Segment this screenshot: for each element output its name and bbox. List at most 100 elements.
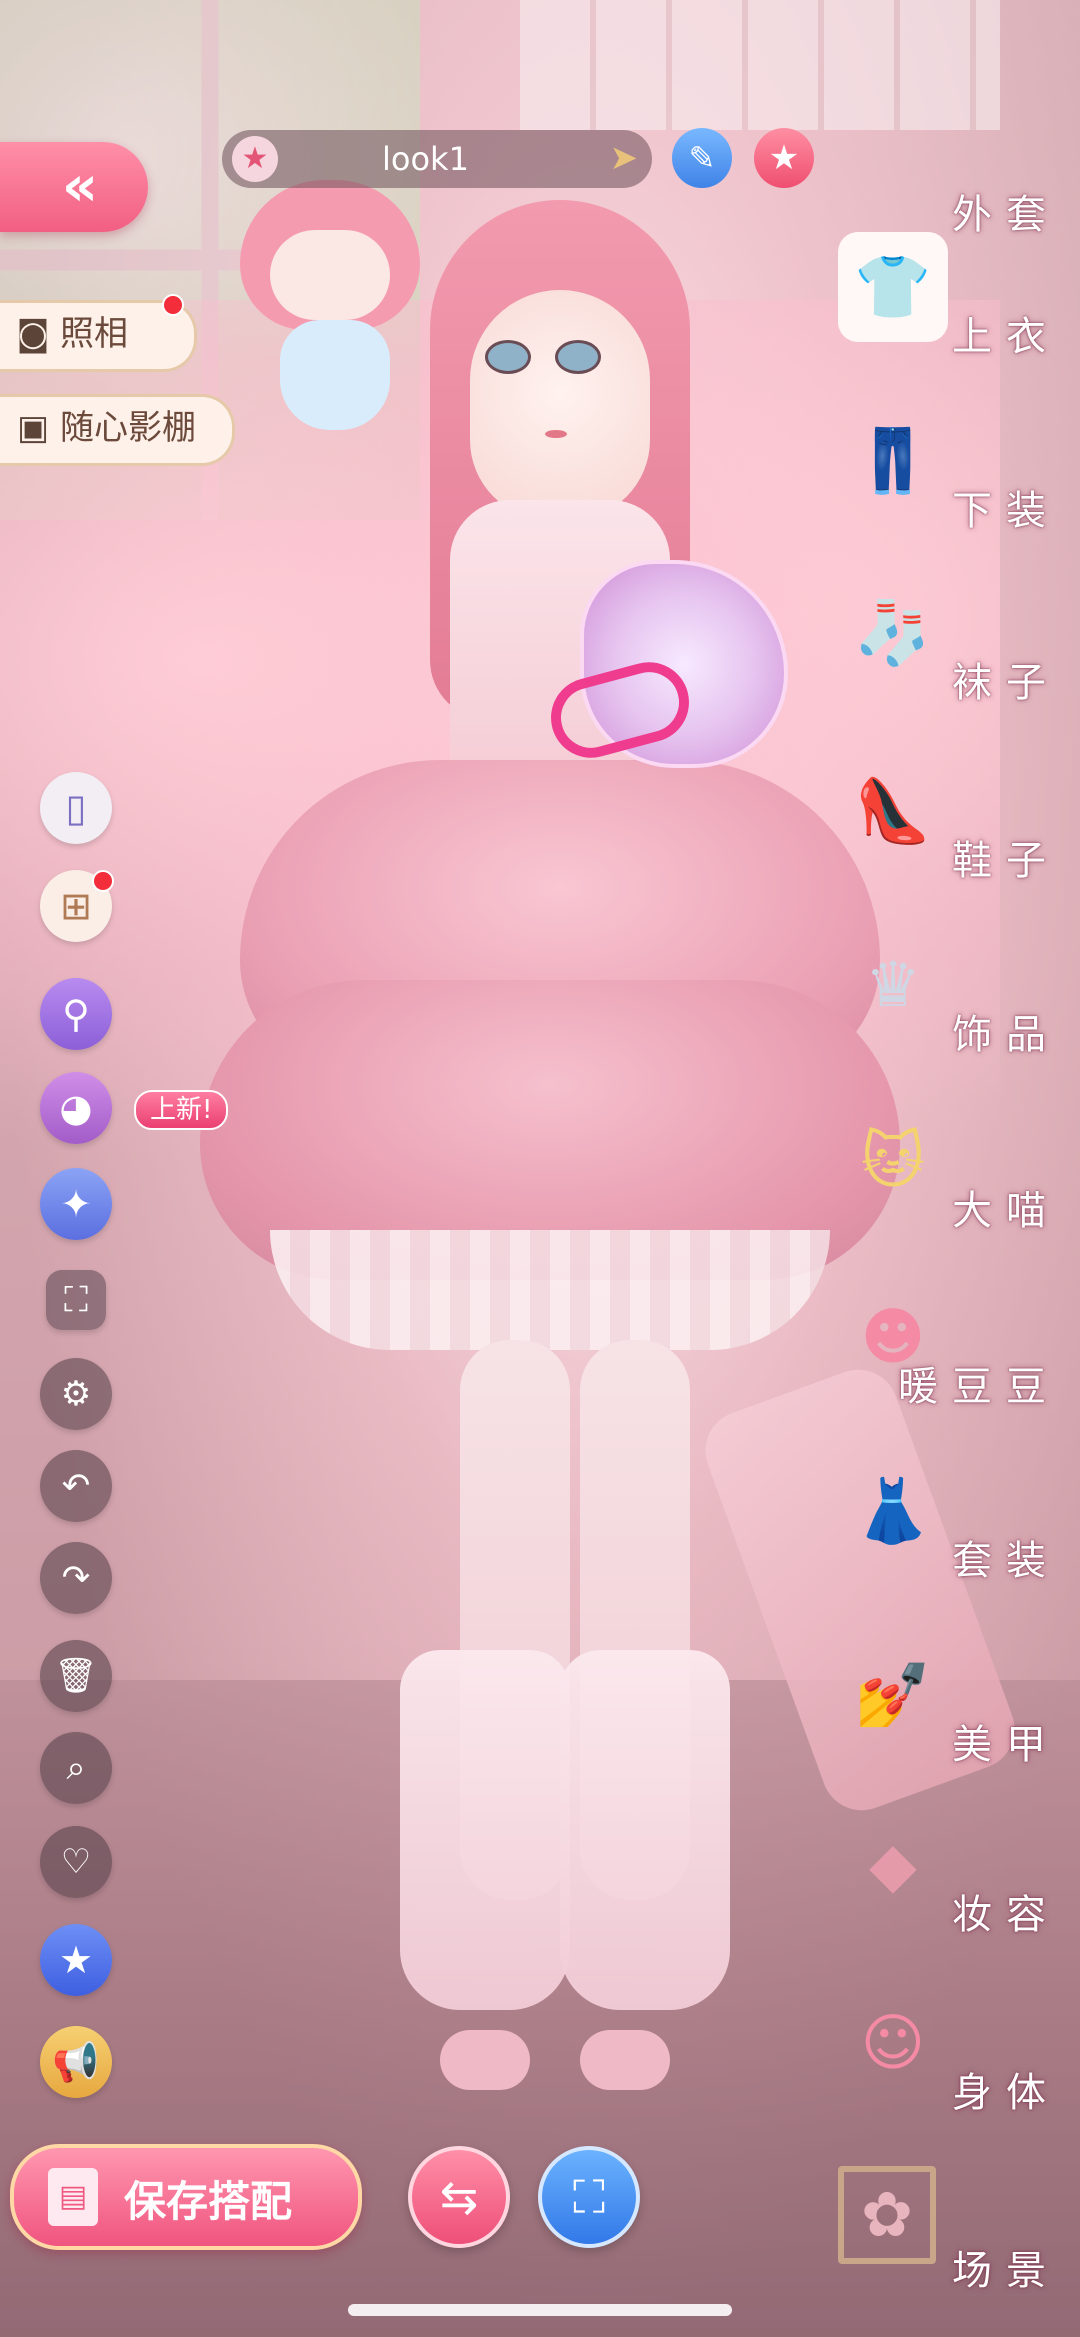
- undo-icon: ↶: [61, 1466, 91, 1506]
- magnifier-person-icon: ⚲: [62, 992, 90, 1036]
- category-makeup[interactable]: ◆ 妆容: [820, 1800, 1060, 1950]
- category-label: 身体: [952, 2070, 1060, 2116]
- search-button[interactable]: ⌕: [40, 1732, 112, 1804]
- category-label: 场景: [952, 2248, 1060, 2294]
- sparkle-icon: ✦: [60, 1182, 92, 1226]
- redo-button[interactable]: ↷: [40, 1542, 112, 1614]
- home-indicator[interactable]: [348, 2304, 732, 2316]
- category-nails[interactable]: 💅 美甲: [820, 1630, 1060, 1780]
- phone-icon: ▯: [65, 786, 87, 830]
- character-eye-left: [485, 340, 531, 374]
- picture-frame-icon: ✿: [838, 2166, 936, 2264]
- star-rating-button[interactable]: ★: [40, 1924, 112, 1996]
- like-button[interactable]: ♡: [40, 1826, 112, 1898]
- pencil-icon: ✎: [688, 139, 716, 177]
- makeup-palette-icon: ◆: [869, 1828, 917, 1901]
- palette-button[interactable]: ◕: [40, 1072, 112, 1144]
- trash-icon: 🗑: [54, 1656, 98, 1696]
- category-socks[interactable]: 🧦 袜子: [820, 568, 1060, 718]
- settings-button[interactable]: ⚙: [40, 1358, 112, 1430]
- category-body[interactable]: ☺ 身体: [820, 1978, 1060, 2128]
- character-face: [470, 290, 650, 520]
- category-scene[interactable]: ✿ 场景: [820, 2156, 1060, 2306]
- search-icon: ⌕: [66, 1748, 86, 1788]
- layers-plus-icon: ⊞: [60, 884, 92, 928]
- edit-look-button[interactable]: ✎: [672, 128, 732, 188]
- look-name-bar[interactable]: ★ look1 ➤: [222, 130, 652, 188]
- style-stars-button[interactable]: ✦: [40, 1168, 112, 1240]
- companion-pet[interactable]: [230, 180, 430, 440]
- category-label: 暖豆豆: [898, 1364, 1060, 1410]
- shoe-left: [440, 2030, 530, 2090]
- pet-dress: [280, 320, 390, 430]
- photo-label: 照相: [60, 314, 128, 354]
- save-outfit-label: 保存搭配: [124, 2177, 293, 2226]
- heart-icon: ♡: [60, 1842, 92, 1882]
- tiara-icon: ♛: [865, 948, 921, 1021]
- star-icon: ★: [58, 1938, 94, 1982]
- double-chevron-left-icon: «: [61, 154, 98, 219]
- category-label: 大喵: [952, 1188, 1060, 1234]
- category-label: 套装: [952, 1538, 1060, 1584]
- leg-warmer-left: [400, 1650, 570, 2010]
- back-button[interactable]: «: [0, 142, 148, 232]
- shorts-icon: 👖: [854, 424, 932, 497]
- category-big-cat[interactable]: 🐱 大喵: [820, 1096, 1060, 1246]
- palette-icon: ◕: [59, 1086, 93, 1130]
- play-arrow-icon[interactable]: ➤: [610, 138, 639, 178]
- fullscreen-button[interactable]: ⛶: [46, 1270, 106, 1330]
- category-label: 美甲: [952, 1722, 1060, 1768]
- outfit-scan-icon: ⛶: [572, 2170, 606, 2224]
- star-icon: ★: [768, 138, 800, 178]
- category-shoes[interactable]: 👠 鞋子: [820, 746, 1060, 896]
- category-label: 妆容: [952, 1892, 1060, 1938]
- studio-button[interactable]: ▣ 随心影棚: [0, 394, 235, 466]
- nail-polish-icon: 💅: [854, 1658, 932, 1731]
- camera-icon: ◙: [16, 314, 50, 354]
- undo-button[interactable]: ↶: [40, 1450, 112, 1522]
- category-label: 鞋子: [952, 838, 1060, 884]
- phone-share-button[interactable]: ▯: [40, 772, 112, 844]
- category-bottoms[interactable]: 👖 下装: [820, 396, 1060, 546]
- look-name: look1: [382, 140, 469, 178]
- category-label: 下装: [952, 488, 1060, 534]
- save-outfit-icon: ▤: [48, 2168, 98, 2226]
- studio-label: 随心影棚: [60, 408, 196, 448]
- fullscreen-icon: ⛶: [64, 1280, 88, 1320]
- category-outfit-set[interactable]: 👗 套装: [820, 1446, 1060, 1596]
- character-mouth: [545, 430, 567, 438]
- category-label: 袜子: [952, 660, 1060, 706]
- category-top[interactable]: 👕 上衣: [820, 222, 1060, 372]
- announcement-button[interactable]: 📢: [40, 2026, 112, 2098]
- shirt-icon: 👕: [838, 232, 948, 342]
- megaphone-icon: 📢: [52, 2040, 100, 2084]
- gear-icon: ⚙: [60, 1374, 92, 1414]
- swap-icon: ⇆: [439, 2170, 479, 2224]
- new-badge: 上新!: [134, 1090, 229, 1130]
- body-icon: ☺: [860, 2006, 926, 2079]
- sock-icon: 🧦: [854, 596, 932, 669]
- leg-warmer-right: [560, 1650, 730, 2010]
- category-label: 上衣: [952, 314, 1060, 360]
- category-label: 饰品: [952, 1012, 1060, 1058]
- search-person-button[interactable]: ⚲: [40, 978, 112, 1050]
- save-outfit-button[interactable]: ▤ 保存搭配: [10, 2144, 362, 2250]
- character-model[interactable]: [180, 200, 900, 2150]
- cat-icon: 🐱: [860, 1124, 926, 1197]
- star-icon: ★: [232, 136, 278, 182]
- character-eye-right: [555, 340, 601, 374]
- shoe-icon: 👠: [854, 774, 932, 847]
- notification-dot: [92, 870, 114, 892]
- category-doll[interactable]: ☻ 暖豆豆: [820, 1272, 1060, 1422]
- category-accessories[interactable]: ♛ 饰品: [820, 920, 1060, 1070]
- notification-dot: [162, 294, 184, 316]
- box-icon: ▣: [16, 408, 50, 448]
- try-on-button[interactable]: ⛶: [538, 2146, 640, 2248]
- skirt-lace-hem: [270, 1230, 830, 1350]
- delete-button[interactable]: 🗑: [40, 1640, 112, 1712]
- outfit-icon: 👗: [854, 1474, 932, 1547]
- favorite-button[interactable]: ★: [754, 128, 814, 188]
- switch-outfit-button[interactable]: ⇆: [408, 2146, 510, 2248]
- pet-face: [270, 230, 390, 320]
- shoe-right: [580, 2030, 670, 2090]
